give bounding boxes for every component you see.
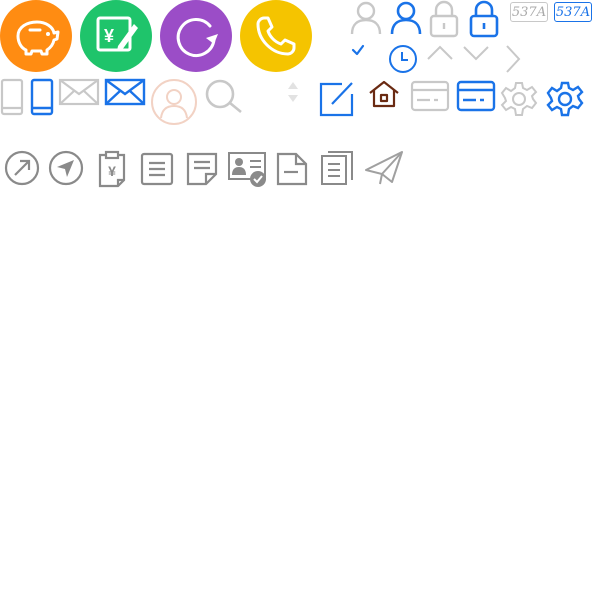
svg-text:¥: ¥ [108, 163, 116, 179]
arrow-up-right-icon[interactable] [4, 150, 40, 186]
file-icon[interactable] [276, 152, 308, 186]
piggy-bank-icon[interactable] [0, 0, 72, 72]
check-icon [350, 42, 366, 58]
note-icon[interactable] [186, 152, 218, 186]
user-icon-gray [348, 0, 384, 36]
refresh-icon[interactable] [160, 0, 232, 72]
captcha-text-gray: 537A [511, 5, 547, 20]
icon-sheet: ¥ 537A 537A ¥ [0, 0, 600, 600]
card-icon-gray [410, 80, 450, 112]
document-list-icon[interactable] [140, 152, 174, 186]
id-card-verified-icon[interactable] [228, 152, 268, 188]
captcha-icon-blue[interactable]: 537A [554, 2, 592, 22]
sort-icon[interactable] [286, 80, 300, 104]
clock-icon [388, 44, 418, 74]
card-icon-blue[interactable] [456, 80, 496, 112]
chevron-right-icon[interactable] [504, 44, 522, 74]
chevron-down-icon[interactable] [462, 44, 490, 62]
navigation-icon[interactable] [48, 150, 84, 186]
home-icon[interactable] [368, 80, 400, 108]
lock-icon-blue[interactable] [468, 0, 500, 38]
captcha-text-blue: 537A [555, 5, 591, 20]
gear-icon-blue[interactable] [546, 80, 584, 118]
user-icon-blue[interactable] [388, 0, 424, 36]
captcha-icon-gray: 537A [510, 2, 548, 22]
mobile-icon-gray [0, 78, 24, 116]
search-icon[interactable] [204, 78, 244, 114]
chevron-up-icon[interactable] [426, 44, 454, 62]
edit-icon[interactable] [318, 80, 356, 118]
mail-icon-blue[interactable] [104, 78, 146, 106]
mobile-icon-blue[interactable] [30, 78, 54, 116]
phone-icon[interactable] [240, 0, 312, 72]
yuan-edit-icon[interactable]: ¥ [80, 0, 152, 72]
yuan-glyph: ¥ [104, 26, 114, 46]
clipboard-yuan-icon[interactable]: ¥ [96, 150, 128, 188]
lock-icon-gray [428, 0, 460, 38]
gear-icon-gray[interactable] [500, 80, 538, 118]
avatar-placeholder-icon [150, 78, 198, 126]
files-icon[interactable] [320, 150, 354, 186]
mail-icon-gray [58, 78, 100, 106]
send-icon[interactable] [364, 150, 404, 186]
